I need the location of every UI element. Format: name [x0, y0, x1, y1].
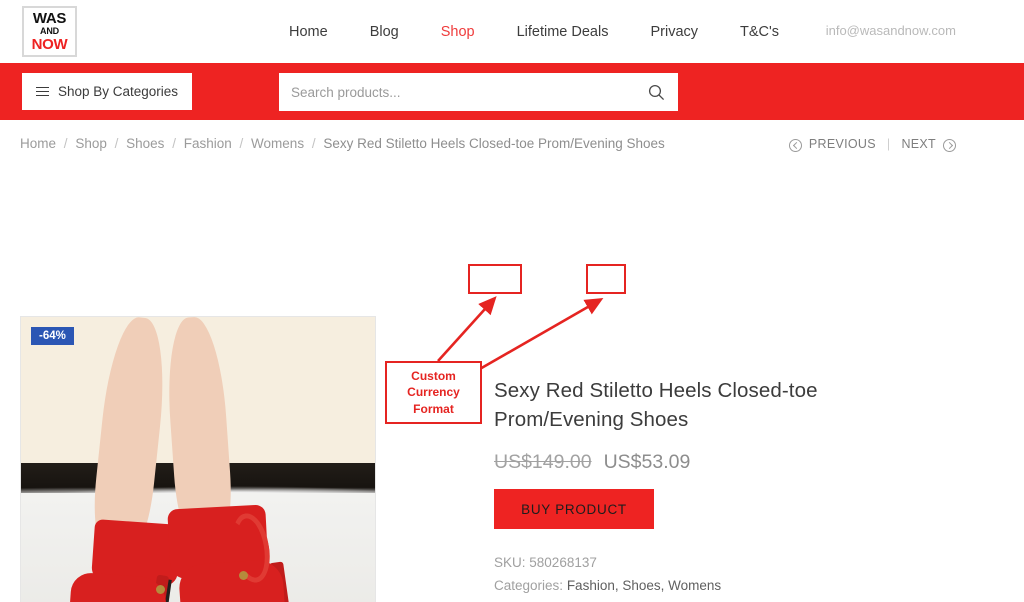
- product-sku: SKU: 580268137: [494, 551, 942, 574]
- logo-line-now: NOW: [31, 36, 68, 53]
- breadcrumb-item-home[interactable]: Home: [20, 136, 56, 151]
- sku-label: SKU:: [494, 555, 526, 571]
- product-meta: SKU: 580268137 Categories: Fashion, Shoe…: [494, 551, 942, 602]
- annotation-label-line-3: Format: [413, 401, 454, 416]
- search-field-wrapper: [279, 73, 678, 111]
- shop-by-categories-label: Shop By Categories: [57, 84, 179, 99]
- annotation-label-text: Custom Currency Format: [407, 368, 460, 418]
- breadcrumb-item-fashion[interactable]: Fashion: [184, 136, 232, 151]
- categories-label: Categories:: [494, 578, 564, 594]
- search-input[interactable]: [279, 73, 634, 111]
- breadcrumb-separator: /: [114, 136, 119, 151]
- page-title: Sexy Red Stiletto Heels Closed-toe Prom/…: [494, 379, 818, 432]
- annotation-box-sale-price: [586, 264, 626, 294]
- breadcrumb-item-shop[interactable]: Shop: [75, 136, 107, 151]
- product-image: ShoesPie.com: [21, 317, 375, 602]
- breadcrumb-separator: /: [172, 136, 176, 151]
- next-product-link[interactable]: NEXT: [901, 137, 936, 151]
- product-gallery[interactable]: ShoesPie.com -64%: [20, 316, 376, 602]
- price-group: US$149.00 US$53.09: [494, 451, 942, 474]
- pager-divider: |: [886, 137, 891, 151]
- hamburger-icon: [35, 84, 49, 99]
- circle-chevron-left-icon: [788, 138, 802, 152]
- annotation-label-box: Custom Currency Format: [385, 361, 482, 424]
- annotation-label-line-2: Currency: [407, 385, 460, 400]
- search-icon: [648, 84, 664, 100]
- previous-product-link[interactable]: PREVIOUS: [809, 137, 876, 151]
- sku-value: 580268137: [529, 555, 597, 571]
- annotation-label-line-1: Custom: [411, 368, 456, 383]
- nav-item-blog[interactable]: Blog: [349, 20, 420, 44]
- contact-email[interactable]: info@wasandnow.com: [826, 23, 956, 38]
- search-submit-button[interactable]: [634, 73, 678, 111]
- search-bar: Shop By Categories: [0, 63, 1024, 120]
- breadcrumb-row: Home / Shop / Shoes / Fashion / Womens /…: [0, 120, 1024, 170]
- site-header: WAS AND NOW Home Blog Shop Lifetime Deal…: [0, 0, 1024, 63]
- nav-item-shop[interactable]: Shop: [420, 20, 496, 44]
- logo-line-and: AND: [40, 26, 59, 36]
- logo-line-was: WAS: [32, 10, 67, 27]
- product-categories: Categories: Fashion, Shoes, Womens: [494, 574, 942, 597]
- breadcrumb-separator: /: [311, 136, 316, 151]
- product-info: Sexy Red Stiletto Heels Closed-toe Prom/…: [494, 376, 942, 602]
- shop-by-categories-button[interactable]: Shop By Categories: [22, 73, 192, 110]
- breadcrumb-item-womens[interactable]: Womens: [251, 136, 304, 151]
- nav-item-home[interactable]: Home: [268, 20, 349, 44]
- buy-product-button[interactable]: BUY PRODUCT: [494, 489, 654, 530]
- breadcrumb-separator: /: [239, 136, 244, 151]
- categories-value[interactable]: Fashion, Shoes, Womens: [567, 578, 721, 593]
- nav-item-lifetime-deals[interactable]: Lifetime Deals: [496, 20, 630, 44]
- original-price: US$149.00: [494, 451, 592, 474]
- circle-chevron-right-icon: [943, 138, 956, 152]
- annotation-box-original-price: [468, 264, 522, 294]
- sale-price: US$53.09: [603, 451, 691, 474]
- nav-item-privacy[interactable]: Privacy: [629, 20, 719, 44]
- breadcrumb-item-shoes[interactable]: Shoes: [126, 136, 164, 151]
- breadcrumb-current: Sexy Red Stiletto Heels Closed-toe Prom/…: [323, 136, 665, 151]
- breadcrumb: Home / Shop / Shoes / Fashion / Womens /…: [20, 136, 665, 151]
- product-tags: Tags: Closedtoe, Fashion, Heels, PromEve…: [494, 598, 942, 602]
- nav-item-tcs[interactable]: T&C's: [719, 20, 800, 44]
- product-page: WAS AND NOW Home Blog Shop Lifetime Deal…: [0, 0, 1024, 602]
- site-logo[interactable]: WAS AND NOW: [22, 6, 77, 57]
- breadcrumb-separator: /: [63, 136, 68, 151]
- discount-badge: -64%: [31, 327, 74, 345]
- product-pager: PREVIOUS | NEXT: [788, 137, 956, 152]
- main-navigation: Home Blog Shop Lifetime Deals Privacy T&…: [268, 0, 800, 63]
